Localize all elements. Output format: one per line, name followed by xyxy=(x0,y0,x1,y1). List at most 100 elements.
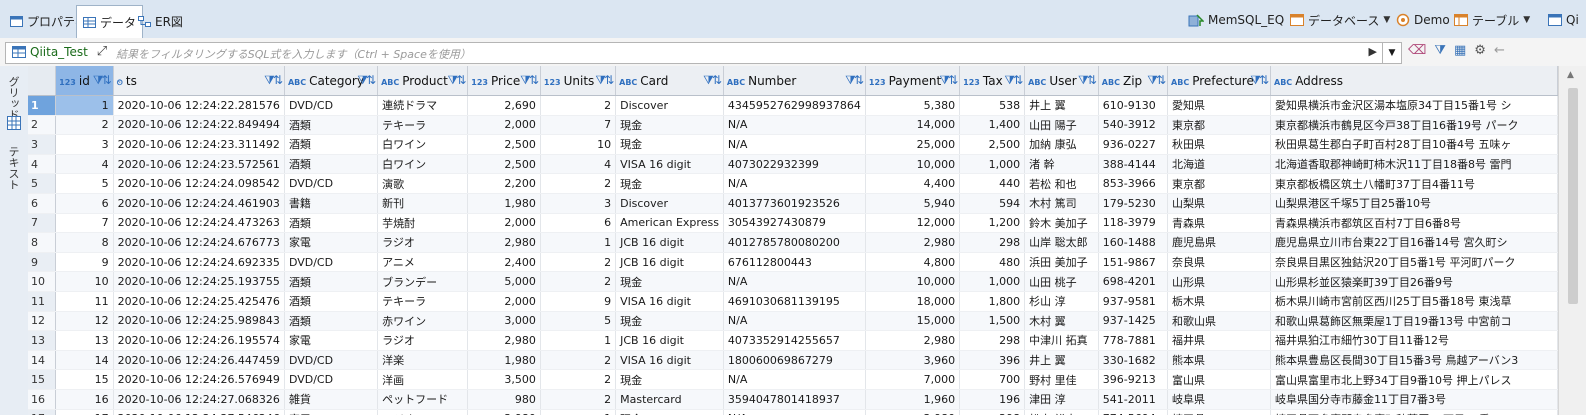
table-cell[interactable]: 10,000 xyxy=(865,271,961,292)
table-cell[interactable]: 2020-10-06 12:24:23.311492 xyxy=(113,134,285,155)
table-cell[interactable]: 2,980 xyxy=(467,330,541,351)
table-cell[interactable]: 木村 翼 xyxy=(1024,311,1099,332)
table-cell[interactable]: 937-9581 xyxy=(1098,291,1169,312)
table-cell[interactable]: 1,400 xyxy=(959,115,1026,136)
table-cell[interactable]: 白ワイン xyxy=(377,154,469,175)
table-cell[interactable]: 演歌 xyxy=(377,173,469,194)
row-number-cell[interactable]: 5 xyxy=(28,173,57,194)
table-cell[interactable]: 東京都 xyxy=(1167,115,1272,136)
table-cell[interactable]: 家電 xyxy=(284,330,379,351)
filter-sort-icon[interactable]: ⧩⇅ xyxy=(1147,73,1166,88)
table-cell[interactable]: ペットフード xyxy=(377,389,469,410)
row-number-cell[interactable]: 3 xyxy=(28,134,57,155)
table-cell[interactable]: ラジオ xyxy=(377,330,469,351)
table-row[interactable]: 10 10 2020-10-06 12:24:25.193755 酒類 ブランデー 5,0… xyxy=(28,271,1558,292)
table-cell[interactable]: 440 xyxy=(959,173,1026,194)
table-cell[interactable]: DVD/CD xyxy=(284,95,379,116)
table-row[interactable]: 8 8 2020-10-06 12:24:24.676773 家電 ラジオ 2,980 1 J… xyxy=(28,232,1558,253)
table-cell[interactable]: 雑貨 xyxy=(284,389,379,410)
column-header-card[interactable]: ABC Card ⧩⇅ xyxy=(615,66,724,96)
table-cell[interactable]: 奈良県 xyxy=(1167,252,1272,273)
table-cell[interactable]: 2020-10-06 12:24:22.281576 xyxy=(113,95,285,116)
scroll-up-icon[interactable]: ▲ xyxy=(1567,70,1574,80)
table-cell[interactable]: 現金 xyxy=(615,311,724,332)
table-cell[interactable]: DVD/CD xyxy=(284,252,379,273)
filter-sort-icon[interactable]: ⧩⇅ xyxy=(264,73,283,88)
row-number-cell[interactable]: 7 xyxy=(28,213,57,234)
table-cell[interactable]: 4012785780080200 xyxy=(723,232,866,253)
table-cell[interactable]: 白ワイン xyxy=(377,134,469,155)
row-number-cell[interactable]: 16 xyxy=(28,389,57,410)
table-cell[interactable]: 4345952762998937864 xyxy=(723,95,866,116)
database-selector[interactable]: データベース ▼ xyxy=(1290,10,1390,30)
table-cell[interactable]: 2 xyxy=(540,271,617,292)
table-cell[interactable]: 2,980 xyxy=(865,232,961,253)
table-cell[interactable]: 330-1682 xyxy=(1098,350,1169,371)
table-cell[interactable]: 洋画 xyxy=(377,369,469,390)
row-number-cell[interactable]: 8 xyxy=(28,232,57,253)
table-cell[interactable]: 杉山 淳 xyxy=(1024,291,1099,312)
table-cell[interactable]: N/A xyxy=(723,134,866,155)
table-cell[interactable]: 酒類 xyxy=(284,134,379,155)
table-cell[interactable]: 埼玉県 xyxy=(1167,409,1272,415)
table-cell[interactable]: 福井県狛江市細竹30丁目11番12号 xyxy=(1270,330,1558,351)
filter-sort-icon[interactable]: ⧩⇅ xyxy=(703,73,722,88)
table-cell[interactable]: 3 xyxy=(55,134,114,155)
table-cell[interactable]: Discover xyxy=(615,193,724,214)
table-cell[interactable]: 青森県横浜市都筑区百村7丁目6番8号 xyxy=(1270,213,1558,234)
chevron-down-icon[interactable]: ▼ xyxy=(1523,15,1530,25)
table-cell[interactable]: 12,000 xyxy=(865,213,961,234)
table-cell[interactable]: N/A xyxy=(723,409,866,415)
save-filter-icon[interactable]: ▦ xyxy=(1454,43,1466,58)
table-cell[interactable]: 2020-10-06 12:24:23.572561 xyxy=(113,154,285,175)
table-row[interactable]: 3 3 2020-10-06 12:24:23.311492 酒類 白ワイン 2,500 1… xyxy=(28,134,1558,155)
table-cell[interactable]: N/A xyxy=(723,173,866,194)
table-cell[interactable]: 700 xyxy=(959,369,1026,390)
table-cell[interactable]: 388-4144 xyxy=(1098,154,1169,175)
table-cell[interactable]: 1,000 xyxy=(959,271,1026,292)
table-cell[interactable]: 5,380 xyxy=(865,95,961,116)
table-cell[interactable]: 196 xyxy=(959,389,1026,410)
table-cell[interactable]: 12 xyxy=(55,311,114,332)
table-cell[interactable]: 5 xyxy=(540,311,617,332)
column-header-category[interactable]: ABC Category ⧩⇅ xyxy=(284,66,379,96)
table-cell[interactable]: 2020-10-06 12:24:27.068326 xyxy=(113,389,285,410)
object-selector[interactable]: Qi xyxy=(1548,10,1579,30)
back-icon[interactable]: ← xyxy=(1494,43,1505,58)
table-cell[interactable]: N/A xyxy=(723,311,866,332)
table-cell[interactable]: N/A xyxy=(723,369,866,390)
table-cell[interactable]: 連続ドラマ xyxy=(377,95,469,116)
table-cell[interactable]: 30543927430879 xyxy=(723,213,866,234)
table-cell[interactable]: 東京都板橋区筑土八幡町37丁目4番11号 xyxy=(1270,173,1558,194)
table-cell[interactable]: Mastercard xyxy=(615,389,724,410)
table-cell[interactable]: 1,980 xyxy=(467,350,541,371)
table-cell[interactable]: 15 xyxy=(55,369,114,390)
table-cell[interactable]: 福井県 xyxy=(1167,330,1272,351)
table-cell[interactable]: 6 xyxy=(540,213,617,234)
table-cell[interactable]: 東京都横浜市鶴見区今戸38丁目16番19号 パーク xyxy=(1270,115,1558,136)
table-cell[interactable]: VISA 16 digit xyxy=(615,291,724,312)
row-number-cell[interactable]: 6 xyxy=(28,193,57,214)
table-cell[interactable]: 栃木県 xyxy=(1167,291,1272,312)
row-number-cell[interactable]: 2 xyxy=(28,115,57,136)
table-cell[interactable]: 熊本県 xyxy=(1167,350,1272,371)
table-cell[interactable]: 14,000 xyxy=(865,115,961,136)
table-cell[interactable]: 現金 xyxy=(615,409,724,415)
table-cell[interactable]: N/A xyxy=(723,115,866,136)
table-row[interactable]: 12 12 2020-10-06 12:24:25.989843 酒類 赤ワイン 3,00… xyxy=(28,311,1558,332)
table-cell[interactable]: 鹿児島県立川市台東22丁目16番14号 宮久町シ xyxy=(1270,232,1558,253)
table-cell[interactable]: 10 xyxy=(540,134,617,155)
table-cell[interactable]: 2,500 xyxy=(959,134,1026,155)
column-header-ts[interactable]: ⏲ ts ⧩⇅ xyxy=(113,66,285,96)
filter-input[interactable]: Qiita_Test ⤢ 結果をフィルタリングするSQL式を入力します（Ctrl… xyxy=(5,42,1402,64)
column-header-user[interactable]: ABC User ⧩⇅ xyxy=(1024,66,1099,96)
row-number-cell[interactable]: 13 xyxy=(28,330,57,351)
filter-sort-icon[interactable]: ⧩⇅ xyxy=(1250,73,1269,88)
table-cell[interactable]: ブランデー xyxy=(377,271,469,292)
table-cell[interactable]: 書籍 xyxy=(284,193,379,214)
table-row[interactable]: 16 16 2020-10-06 12:24:27.068326 雑貨 ペットフード 98… xyxy=(28,389,1558,410)
table-selector[interactable]: テーブル ▼ xyxy=(1454,10,1530,30)
table-cell[interactable]: 2 xyxy=(540,173,617,194)
table-cell[interactable]: 富山県 xyxy=(1167,369,1272,390)
table-cell[interactable]: 鹿児島県 xyxy=(1167,232,1272,253)
